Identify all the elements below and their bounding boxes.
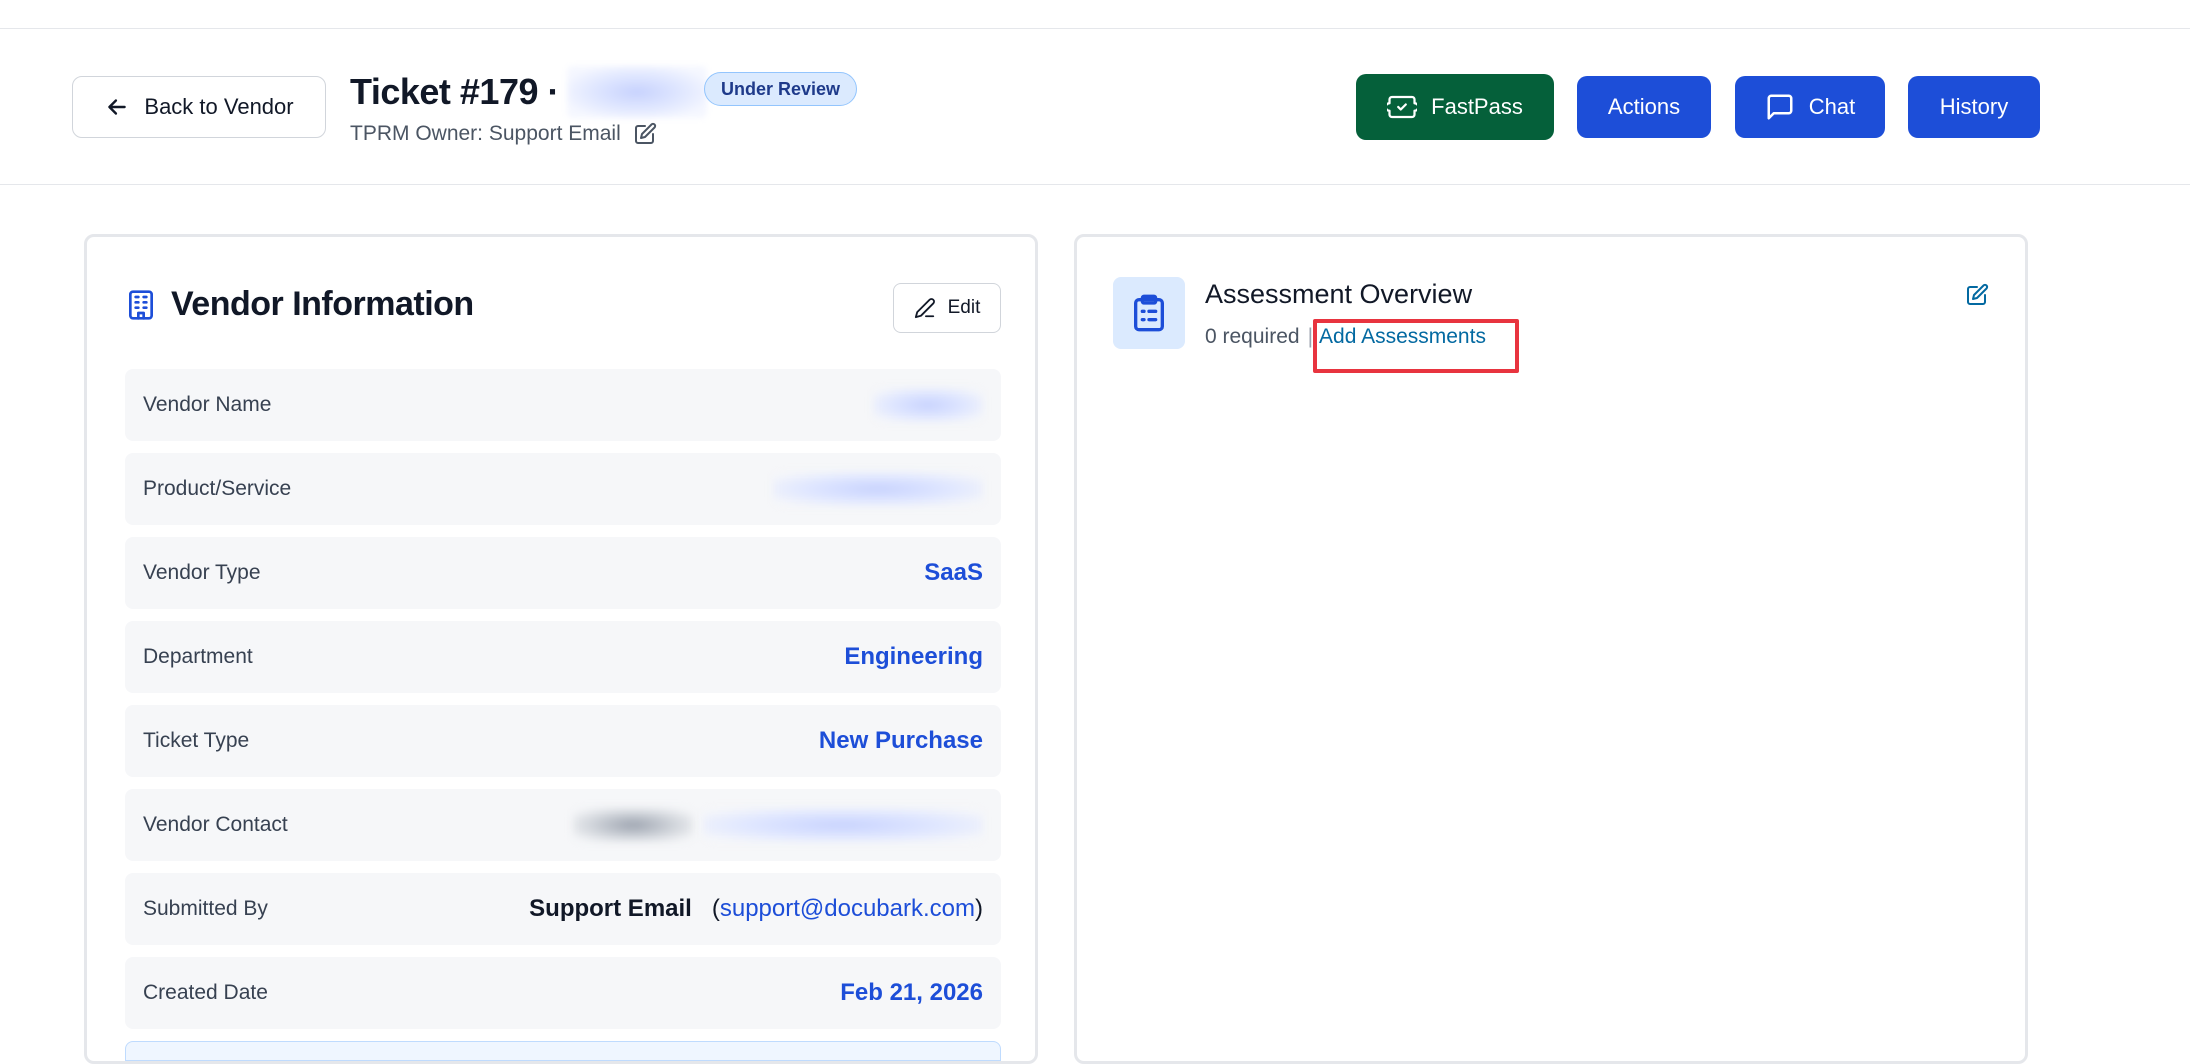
vendor-info-list: Vendor Name Product/Service Vendor Type … xyxy=(125,369,1001,1061)
history-button[interactable]: History xyxy=(1908,76,2040,138)
vendor-type-value: SaaS xyxy=(924,559,983,586)
submitted-by-value: Support Email (support@docubark.com) xyxy=(529,895,983,922)
chat-bubble-icon xyxy=(1767,94,1793,120)
vendor-name-row: Vendor Name xyxy=(125,369,1001,441)
vendor-information-title: Vendor Information xyxy=(171,285,474,323)
next-row-partial xyxy=(125,1041,1001,1061)
pencil-icon xyxy=(914,298,935,319)
ticket-type-label: Ticket Type xyxy=(143,729,250,752)
product-service-label: Product/Service xyxy=(143,477,292,500)
header-divider xyxy=(0,184,2190,185)
ticket-type-value: New Purchase xyxy=(818,727,983,754)
vendor-information-header: Vendor Information xyxy=(127,285,474,324)
created-date-value: Feb 21, 2026 xyxy=(840,979,983,1006)
assessment-overview-title: Assessment Overview xyxy=(1205,279,1473,309)
created-date-row: Created Date Feb 21, 2026 xyxy=(125,957,1001,1029)
tprm-owner-label: TPRM Owner: Support Email xyxy=(350,122,621,145)
fastpass-button[interactable]: FastPass xyxy=(1356,74,1554,140)
redacted-contact-email xyxy=(703,808,983,842)
vendor-contact-row: Vendor Contact xyxy=(125,789,1001,861)
assessment-overview-panel: Assessment Overview 0 required | Add Ass… xyxy=(1074,234,2028,1064)
redacted-contact-name xyxy=(573,808,693,842)
separator: | xyxy=(1307,325,1314,348)
ticket-type-row: Ticket Type New Purchase xyxy=(125,705,1001,777)
back-to-vendor-button[interactable]: Back to Vendor xyxy=(72,76,326,138)
add-assessments-link[interactable]: Add Assessments xyxy=(1319,325,1486,349)
department-row: Department Engineering xyxy=(125,621,1001,693)
chat-label: Chat xyxy=(1808,94,1856,119)
arrow-left-icon xyxy=(108,99,127,115)
department-value: Engineering xyxy=(844,643,983,670)
status-badge: Under Review xyxy=(704,72,858,106)
vendor-contact-label: Vendor Contact xyxy=(143,813,288,836)
chat-button[interactable]: Chat xyxy=(1735,76,1885,138)
product-service-row: Product/Service xyxy=(125,453,1001,525)
back-to-vendor-label: Back to Vendor xyxy=(144,94,294,119)
vendor-information-panel: Vendor Information Edit Vendor Name Prod… xyxy=(84,234,1038,1064)
redacted-ticket-name xyxy=(566,66,707,118)
actions-button[interactable]: Actions xyxy=(1577,76,1711,138)
pencil-square-icon[interactable] xyxy=(633,122,657,146)
fastpass-label: FastPass xyxy=(1431,94,1523,119)
building-icon xyxy=(129,289,153,320)
submitted-by-row: Submitted By Support Email (support@docu… xyxy=(125,873,1001,945)
created-date-label: Created Date xyxy=(143,981,268,1004)
submitted-by-label: Submitted By xyxy=(143,897,268,920)
redacted-vendor-name xyxy=(873,388,983,422)
ticket-title: Ticket #179 · xyxy=(350,71,559,112)
redacted-product-service xyxy=(773,472,983,506)
submitter-name: Support Email xyxy=(529,895,692,922)
vendor-name-label: Vendor Name xyxy=(143,393,272,416)
actions-label: Actions xyxy=(1607,94,1681,119)
required-count: 0 required xyxy=(1205,325,1300,348)
history-label: History xyxy=(1939,94,2009,119)
edit-square-icon[interactable] xyxy=(1965,283,1989,307)
top-divider xyxy=(0,28,2190,29)
vendor-type-row: Vendor Type SaaS xyxy=(125,537,1001,609)
submitter-email-link[interactable]: support@docubark.com xyxy=(720,895,975,922)
department-label: Department xyxy=(143,645,253,668)
tprm-owner: TPRM Owner: Support Email xyxy=(350,122,657,146)
clipboard-list-icon xyxy=(1134,294,1164,332)
edit-vendor-button[interactable]: Edit xyxy=(893,283,1001,333)
redacted-vendor-contact xyxy=(573,808,983,842)
page-title: Ticket #179 · xyxy=(350,66,707,118)
vendor-type-label: Vendor Type xyxy=(143,561,261,584)
ticket-check-icon xyxy=(1387,95,1418,119)
edit-label: Edit xyxy=(947,297,981,318)
assessment-icon-box xyxy=(1113,277,1185,349)
assessment-summary: 0 required | Add Assessments xyxy=(1205,325,1486,349)
